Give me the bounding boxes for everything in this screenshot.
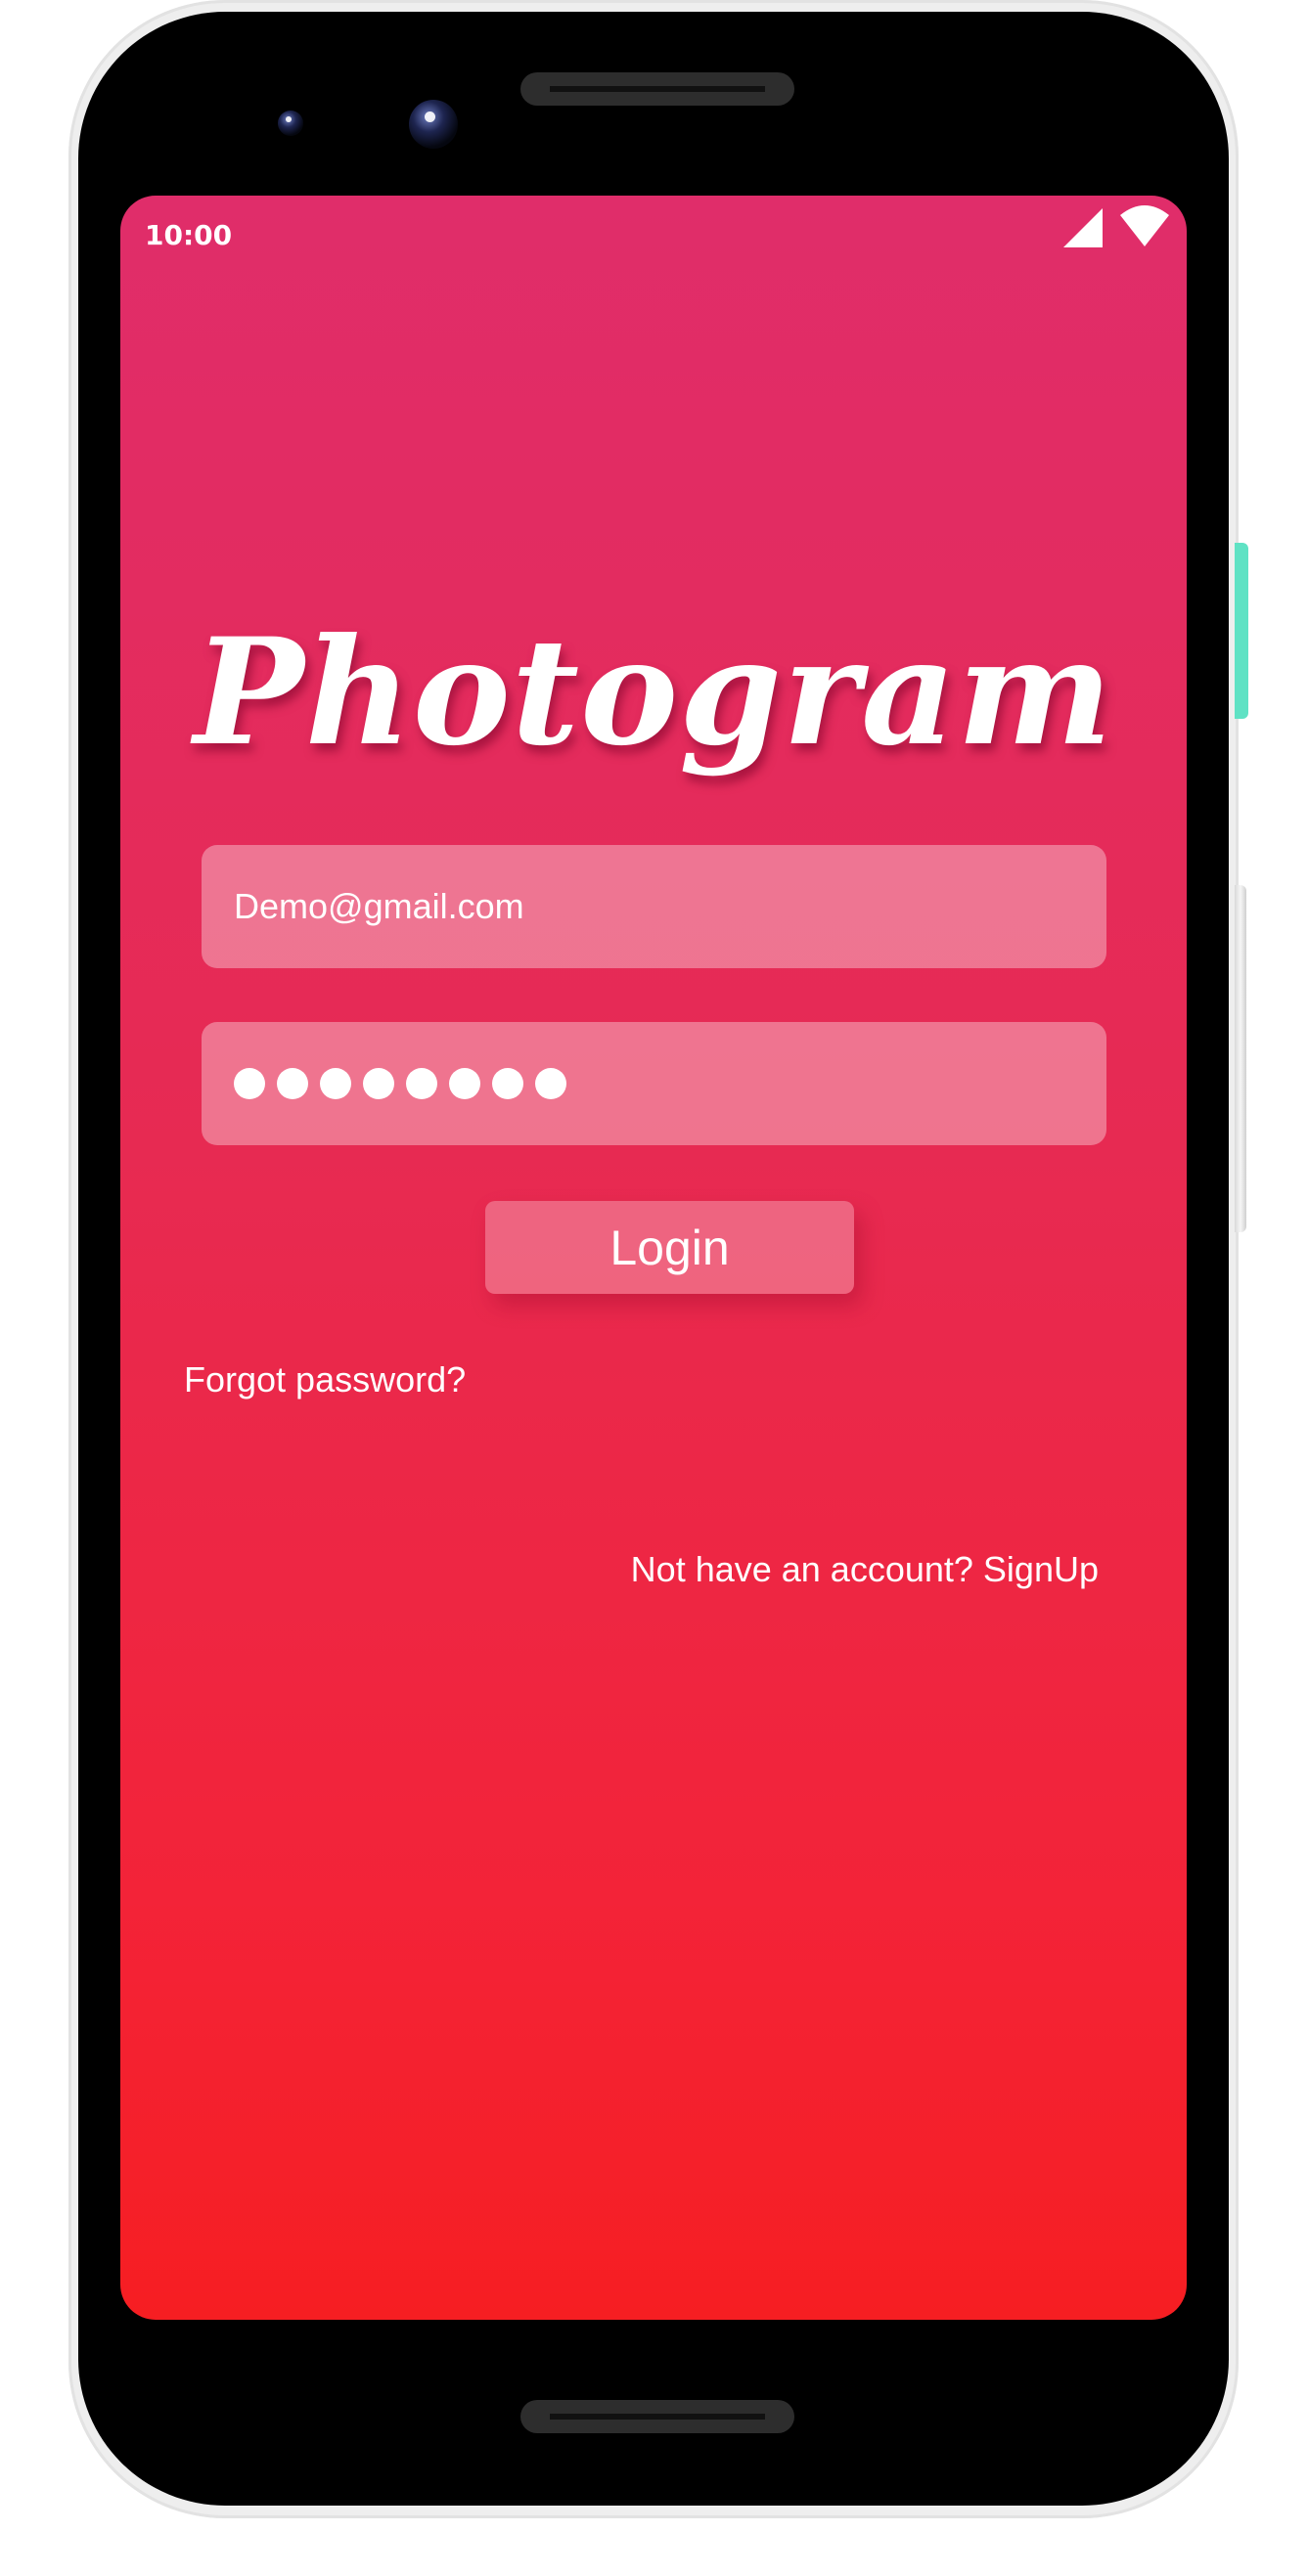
proximity-sensor: [278, 111, 303, 136]
email-field-value: Demo@gmail.com: [234, 886, 524, 926]
status-bar: 10:00: [120, 196, 1187, 274]
password-dot: [449, 1068, 480, 1099]
password-field[interactable]: [202, 1022, 1106, 1145]
password-dot: [277, 1068, 308, 1099]
app-logo: Photogram: [193, 606, 1114, 778]
cellular-signal-icon: [1063, 208, 1103, 247]
password-dot: [234, 1068, 265, 1099]
password-dot: [363, 1068, 394, 1099]
top-speaker: [520, 72, 794, 106]
password-dot: [320, 1068, 351, 1099]
volume-button: [1235, 885, 1246, 1232]
password-dot: [492, 1068, 523, 1099]
power-button: [1235, 543, 1248, 719]
wifi-icon: [1120, 205, 1169, 246]
password-mask: [234, 1068, 566, 1099]
email-field[interactable]: Demo@gmail.com: [202, 845, 1106, 968]
forgot-password-link[interactable]: Forgot password?: [184, 1359, 466, 1400]
password-dot: [535, 1068, 566, 1099]
front-camera: [409, 100, 458, 149]
device-frame: 10:00 Photogram Demo@gmail.com Login For…: [0, 0, 1308, 2576]
bottom-speaker: [520, 2400, 794, 2433]
status-time: 10:00: [145, 219, 233, 251]
password-dot: [406, 1068, 437, 1099]
signup-link[interactable]: Not have an account? SignUp: [631, 1549, 1099, 1590]
login-button[interactable]: Login: [485, 1201, 854, 1294]
app-screen: 10:00 Photogram Demo@gmail.com Login For…: [120, 196, 1187, 2320]
